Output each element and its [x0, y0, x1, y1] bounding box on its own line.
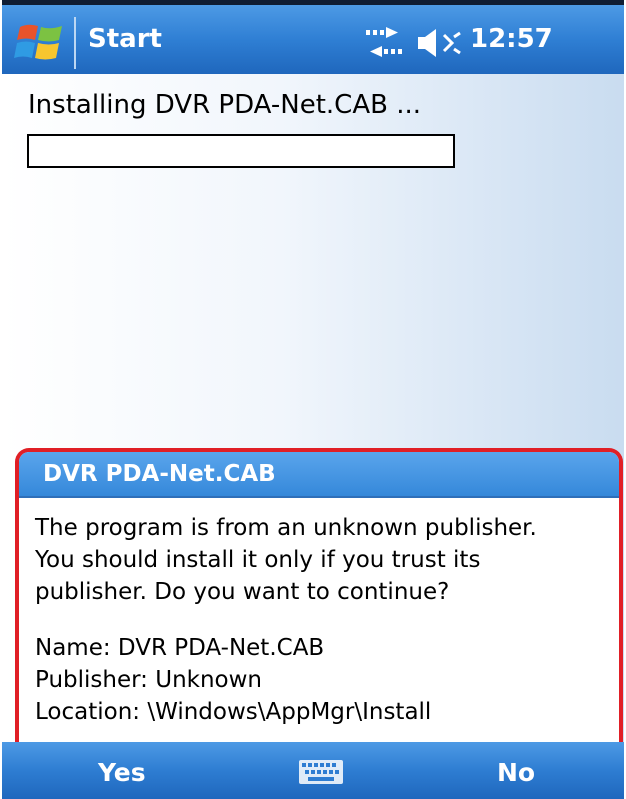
- windows-logo[interactable]: [14, 21, 66, 63]
- dialog-message-line: publisher. Do you want to continue?: [35, 579, 450, 605]
- title-separator: [74, 17, 76, 69]
- title-bar: Start 12:57: [2, 0, 624, 74]
- dialog-detail-publisher: Publisher: Unknown: [35, 667, 263, 693]
- screen: Start 12:57 Installing DVR PDA-Net.CAB .…: [2, 0, 624, 799]
- dialog-spacer: [35, 608, 609, 632]
- dialog-message-line: You should install it only if you trust …: [35, 547, 481, 573]
- dialog-body: The program is from an unknown publisher…: [35, 512, 609, 728]
- dialog-title: DVR PDA-Net.CAB: [43, 461, 276, 487]
- dialog-message-line: The program is from an unknown publisher…: [35, 515, 537, 541]
- speaker-icon[interactable]: [416, 27, 462, 59]
- dialog-detail-name: Name: DVR PDA-Net.CAB: [35, 635, 325, 661]
- clock[interactable]: 12:57: [470, 24, 553, 54]
- install-progress-bar: [27, 134, 455, 168]
- keyboard-icon[interactable]: [299, 760, 343, 784]
- dialog-header: DVR PDA-Net.CAB: [19, 452, 619, 498]
- softkey-bar: Yes No: [2, 742, 624, 799]
- no-softkey[interactable]: No: [497, 758, 535, 787]
- unknown-publisher-dialog: DVR PDA-Net.CAB The program is from an u…: [15, 448, 623, 788]
- connectivity-arrows-icon[interactable]: [364, 27, 404, 57]
- install-status-text: Installing DVR PDA-Net.CAB ...: [28, 90, 421, 120]
- start-label[interactable]: Start: [88, 24, 162, 54]
- dialog-detail-location: Location: \Windows\AppMgr\Install: [35, 699, 432, 725]
- yes-softkey[interactable]: Yes: [98, 758, 146, 787]
